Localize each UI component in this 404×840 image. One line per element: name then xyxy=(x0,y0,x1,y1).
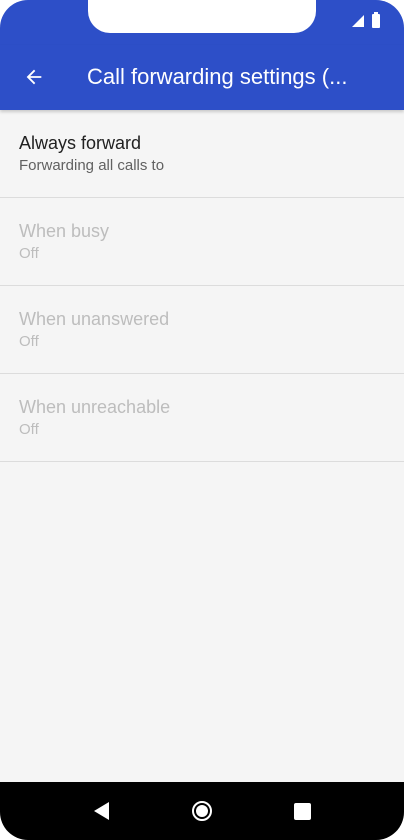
setting-when-unreachable[interactable]: When unreachable Off xyxy=(0,374,404,462)
arrow-back-icon xyxy=(26,69,42,85)
back-button[interactable] xyxy=(18,61,50,93)
nav-back-button[interactable] xyxy=(90,799,114,823)
status-icons xyxy=(352,12,380,29)
setting-title: When busy xyxy=(19,221,110,241)
nav-recents-button[interactable] xyxy=(290,799,314,823)
setting-title: When unreachable xyxy=(19,397,171,417)
navigation-bar xyxy=(0,782,404,840)
settings-list: Always forward Forwarding all calls to W… xyxy=(0,110,404,462)
status-bar xyxy=(0,0,404,45)
setting-summary: Off xyxy=(19,245,39,262)
app-bar: Call forwarding settings (... xyxy=(0,45,404,110)
setting-summary: Off xyxy=(19,421,39,438)
setting-when-unanswered[interactable]: When unanswered Off xyxy=(0,286,404,374)
circle-home-icon xyxy=(192,801,212,821)
setting-when-busy[interactable]: When busy Off xyxy=(0,198,404,286)
signal-icon xyxy=(352,15,364,27)
square-recents-icon xyxy=(293,802,311,820)
setting-summary: Forwarding all calls to xyxy=(19,157,165,174)
display-notch xyxy=(88,0,316,33)
nav-home-button[interactable] xyxy=(190,799,214,823)
triangle-back-icon xyxy=(94,802,109,820)
setting-title: Always forward xyxy=(19,133,142,153)
page-title: Call forwarding settings (... xyxy=(87,64,348,89)
setting-summary: Off xyxy=(19,333,39,350)
setting-always-forward[interactable]: Always forward Forwarding all calls to xyxy=(0,110,404,198)
setting-title: When unanswered xyxy=(19,309,170,329)
battery-icon xyxy=(372,12,380,28)
phone-screen: Call forwarding settings (... Always for… xyxy=(0,0,404,840)
